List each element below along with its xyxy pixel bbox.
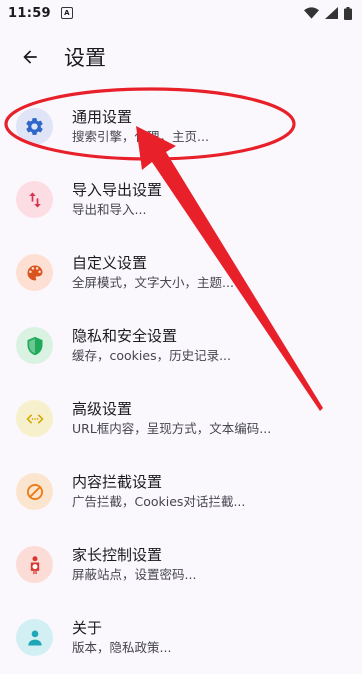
settings-item-import-export[interactable]: 导入导出设置 导出和导入...	[0, 163, 362, 236]
settings-item-subtitle: 导出和导入...	[72, 202, 147, 217]
settings-item-title: 家长控制设置	[72, 546, 163, 564]
settings-item-title: 自定义设置	[72, 254, 148, 272]
back-button[interactable]	[14, 41, 46, 73]
arrow-back-icon	[23, 50, 37, 64]
child-icon	[30, 555, 39, 574]
icon-badge	[16, 619, 53, 656]
settings-item-content-blocking[interactable]: 内容拦截设置 广告拦截，Cookies对话拦截...	[0, 455, 362, 528]
shield-icon	[27, 336, 42, 355]
settings-item-title: 通用设置	[72, 108, 133, 126]
icon-badge	[16, 400, 53, 437]
status-bar: 11:59 A	[0, 0, 362, 26]
settings-item-customize[interactable]: 自定义设置 全屏模式，文字大小，主题...	[0, 236, 362, 309]
status-indicators	[304, 6, 352, 20]
icon-badge	[16, 327, 53, 364]
settings-list: 通用设置 搜索引擎，代理，主页... 导入导出设置 导出和导入... 自定义设置…	[0, 90, 362, 674]
icon-badge	[16, 181, 53, 218]
settings-item-subtitle: 版本，隐私政策...	[72, 640, 172, 655]
icon-badge	[16, 546, 53, 583]
settings-item-parental-control[interactable]: 家长控制设置 屏蔽站点，设置密码...	[0, 528, 362, 601]
settings-item-subtitle: 全屏模式，文字大小，主题...	[72, 275, 234, 290]
settings-item-subtitle: 缓存，cookies，历史记录...	[72, 348, 232, 363]
settings-item-title: 导入导出设置	[72, 181, 163, 199]
import-export-icon	[28, 192, 41, 207]
settings-item-subtitle: 搜索引擎，代理，主页...	[72, 129, 209, 144]
battery-icon	[344, 6, 352, 20]
settings-item-about[interactable]: 关于 版本，隐私政策...	[0, 601, 362, 674]
app-bar: 设置	[0, 26, 362, 88]
notification-icon: A	[60, 7, 73, 19]
settings-item-title: 内容拦截设置	[72, 473, 163, 491]
settings-item-subtitle: 屏蔽站点，设置密码...	[72, 567, 197, 582]
settings-item-subtitle: URL框内容，呈现方式，文本编码...	[72, 421, 272, 436]
settings-item-subtitle: 广告拦截，Cookies对话拦截...	[72, 494, 246, 509]
settings-item-title: 隐私和安全设置	[72, 327, 178, 345]
settings-item-general[interactable]: 通用设置 搜索引擎，代理，主页...	[0, 90, 362, 163]
icon-badge	[16, 473, 53, 510]
signal-icon	[325, 7, 338, 19]
settings-item-title: 关于	[72, 619, 103, 637]
wifi-icon	[304, 7, 319, 19]
icon-badge	[16, 108, 53, 145]
palette-icon	[27, 265, 42, 280]
status-time: 11:59	[8, 5, 51, 21]
page-title: 设置	[64, 46, 106, 70]
gear-icon	[26, 118, 43, 135]
code-icon	[25, 413, 44, 424]
icon-badge	[16, 254, 53, 291]
settings-item-advanced[interactable]: 高级设置 URL框内容，呈现方式，文本编码...	[0, 382, 362, 455]
block-icon	[26, 483, 43, 500]
settings-item-title: 高级设置	[72, 400, 133, 418]
settings-item-privacy-security[interactable]: 隐私和安全设置 缓存，cookies，历史记录...	[0, 309, 362, 382]
